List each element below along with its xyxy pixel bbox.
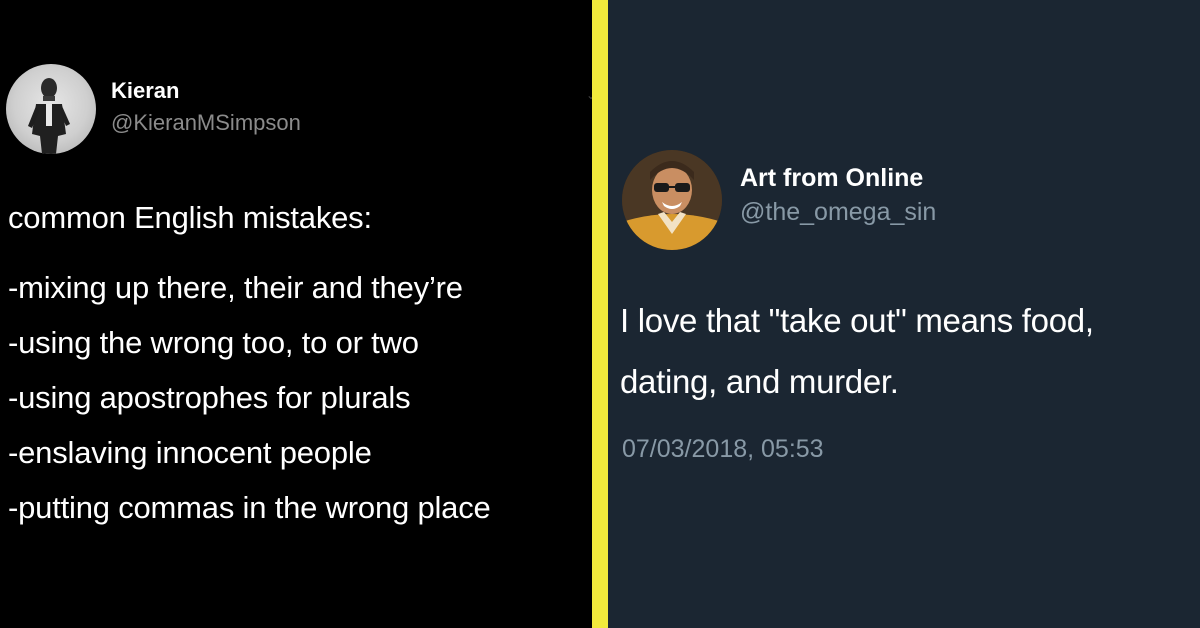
yellow-divider: [592, 0, 608, 628]
meme-canvas: Kieran @KieranMSimpson ⌄ common English …: [0, 0, 1200, 628]
tweet-text-line: -enslaving innocent people: [8, 435, 372, 470]
user-handle[interactable]: @the_omega_sin: [740, 198, 936, 227]
user-handle[interactable]: @KieranMSimpson: [111, 110, 301, 136]
tweet-text-line: I love that "take out" means food,: [620, 302, 1094, 339]
display-name[interactable]: Art from Online: [740, 164, 923, 193]
avatar[interactable]: [622, 150, 722, 250]
avatar[interactable]: [6, 64, 96, 154]
tweet-text-line: common English mistakes:: [8, 200, 372, 235]
tweet-text-line: -using apostrophes for plurals: [8, 380, 411, 415]
tweet-text-line: dating, and murder.: [620, 363, 899, 400]
tweet-text-line: -putting commas in the wrong place: [8, 490, 491, 525]
tweet-text-line: -mixing up there, their and they’re: [8, 270, 463, 305]
display-name[interactable]: Kieran: [111, 78, 179, 104]
tweet-text-line: -using the wrong too, to or two: [8, 325, 419, 360]
timestamp[interactable]: 07/03/2018, 05:53: [622, 435, 824, 464]
right-tweet: Art from Online @the_omega_sin I love th…: [608, 0, 1200, 628]
person-photo-icon: [28, 78, 70, 154]
left-tweet: Kieran @KieranMSimpson ⌄ common English …: [0, 0, 592, 628]
person-photo-icon: [622, 150, 722, 250]
